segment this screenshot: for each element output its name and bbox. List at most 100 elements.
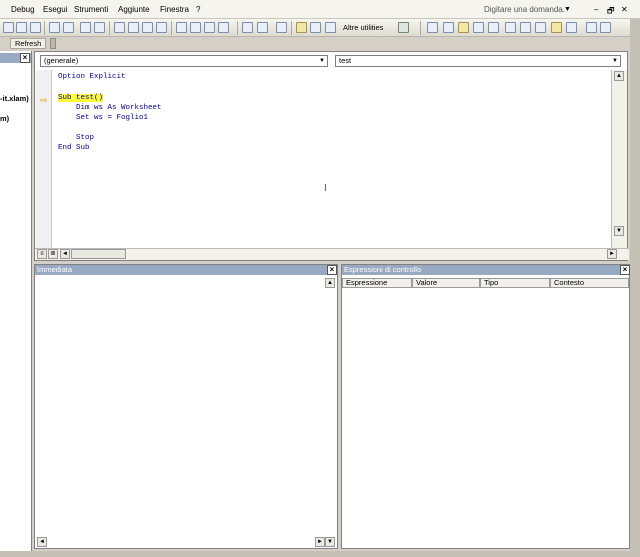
- object-browser-icon[interactable]: [443, 22, 454, 33]
- code-editor[interactable]: ⇨ Option Explicit Sub test() Dim ws As W…: [36, 70, 611, 248]
- settings-icon[interactable]: [566, 22, 577, 33]
- project-explorer: × -it.xlam) m): [0, 51, 32, 551]
- wand-icon[interactable]: [600, 22, 611, 33]
- step-over-icon[interactable]: [257, 22, 268, 33]
- column-header-value[interactable]: Valore: [412, 278, 480, 288]
- scroll-left-icon[interactable]: ◄: [60, 249, 70, 259]
- object-combo-value: (generale): [44, 56, 79, 65]
- watch-icon[interactable]: [325, 22, 336, 33]
- code-horizontal-scrollbar[interactable]: ≡ ≣ ◄ ►: [35, 248, 629, 260]
- center-icon[interactable]: [535, 22, 546, 33]
- window-edge: [630, 19, 640, 557]
- insert-module-icon[interactable]: [3, 22, 14, 33]
- parameter-info-icon[interactable]: [156, 22, 167, 33]
- comment-block-icon[interactable]: [176, 22, 187, 33]
- label-icon[interactable]: [473, 22, 484, 33]
- code-line: Option Explicit: [58, 73, 126, 81]
- clear-icon[interactable]: [310, 22, 321, 33]
- code-line: Set ws = Foglio1: [58, 114, 149, 122]
- immediate-close-button[interactable]: ×: [327, 265, 337, 275]
- scroll-up-icon[interactable]: ▲: [325, 278, 335, 288]
- scroll-right-icon[interactable]: ►: [315, 537, 325, 547]
- close-button[interactable]: ✕: [621, 5, 628, 14]
- execution-arrow-icon: ⇨: [40, 95, 48, 105]
- list-constants-icon[interactable]: [128, 22, 139, 33]
- list-icon[interactable]: [520, 22, 531, 33]
- immediate-window: Immediata × ▲ ◄ ► ▼: [34, 264, 338, 549]
- next-bookmark-icon[interactable]: [218, 22, 229, 33]
- scroll-down-icon[interactable]: ▼: [325, 537, 335, 547]
- code-line: End Sub: [58, 144, 90, 152]
- cut-icon[interactable]: [16, 22, 27, 33]
- replace-icon[interactable]: [63, 22, 74, 33]
- procedure-combo[interactable]: test ▼: [335, 55, 621, 67]
- image-icon[interactable]: [458, 22, 469, 33]
- menu-finestra[interactable]: Finestra: [160, 5, 189, 14]
- menu-esegui[interactable]: Esegui: [43, 5, 67, 14]
- code-window: (generale) ▼ test ▼ ⇨ Option Explicit Su…: [34, 51, 629, 261]
- toolbar-divider: [420, 21, 421, 35]
- scroll-down-icon[interactable]: ▼: [614, 226, 624, 236]
- column-header-expression[interactable]: Espressione: [342, 278, 412, 288]
- refresh-button[interactable]: Refresh: [10, 38, 47, 49]
- scroll-left-icon[interactable]: ◄: [37, 537, 47, 547]
- project-item[interactable]: m): [0, 114, 9, 123]
- toolbar-divider: [237, 21, 238, 35]
- quick-info-icon[interactable]: [142, 22, 153, 33]
- restore-button[interactable]: 🗗: [607, 5, 615, 19]
- find-icon[interactable]: [49, 22, 60, 33]
- procedure-view-icon[interactable]: ≡: [37, 249, 47, 259]
- help-dropdown-icon[interactable]: ▼: [564, 6, 571, 13]
- step-into-icon[interactable]: [242, 22, 253, 33]
- list-properties-icon[interactable]: [114, 22, 125, 33]
- full-module-view-icon[interactable]: ≣: [48, 249, 58, 259]
- immediate-input[interactable]: [35, 275, 337, 535]
- project-item[interactable]: -it.xlam): [0, 94, 29, 103]
- outdent-icon[interactable]: [94, 22, 105, 33]
- font-icon[interactable]: [488, 22, 499, 33]
- menu-bar: Debug Esegui Strumenti Aggiunte Finestra…: [0, 0, 640, 19]
- pencil-icon[interactable]: [296, 22, 307, 33]
- column-header-type[interactable]: Tipo: [480, 278, 550, 288]
- toolbar-divider: [291, 21, 292, 35]
- hand-icon[interactable]: [551, 22, 562, 33]
- addin-toolbar: Refresh: [0, 37, 640, 51]
- status-edge: [0, 551, 640, 557]
- project-close-button[interactable]: ×: [20, 53, 30, 63]
- standard-toolbar: Altre utilities: [0, 19, 640, 37]
- column-header-context[interactable]: Contesto: [550, 278, 629, 288]
- indent-icon[interactable]: [80, 22, 91, 33]
- immediate-title: Immediata: [37, 265, 73, 274]
- text-cursor-icon: I: [324, 183, 327, 194]
- scroll-right-icon[interactable]: ►: [607, 249, 617, 259]
- chevron-down-icon[interactable]: ▼: [611, 57, 619, 65]
- copy-icon[interactable]: [30, 22, 41, 33]
- minimize-button[interactable]: –: [594, 5, 598, 14]
- toggle-breakpoint-icon[interactable]: [276, 22, 287, 33]
- align-icon[interactable]: [505, 22, 516, 33]
- code-vertical-scrollbar[interactable]: ▲ ▼: [611, 70, 627, 248]
- toolbar-divider: [109, 21, 110, 35]
- scroll-thumb[interactable]: [71, 249, 126, 259]
- scroll-up-icon[interactable]: ▲: [614, 71, 624, 81]
- tools-icon[interactable]: [398, 22, 409, 33]
- uncomment-block-icon[interactable]: [190, 22, 201, 33]
- menu-aggiunte[interactable]: Aggiunte: [118, 5, 150, 14]
- menu-help[interactable]: ?: [196, 5, 200, 14]
- watch-list[interactable]: [342, 289, 629, 548]
- chevron-down-icon[interactable]: ▼: [318, 57, 326, 65]
- menu-debug[interactable]: Debug: [11, 5, 35, 14]
- form-icon[interactable]: [427, 22, 438, 33]
- menu-strumenti[interactable]: Strumenti: [74, 5, 108, 14]
- watch-window: Espressioni di controllo × Espressione V…: [341, 264, 630, 549]
- toggle-bookmark-icon[interactable]: [204, 22, 215, 33]
- watch-title: Espressioni di controllo: [344, 265, 422, 274]
- altre-utilities-menu[interactable]: Altre utilities: [343, 23, 383, 32]
- run-icon[interactable]: [586, 22, 597, 33]
- code-line-current: Sub test(): [58, 94, 104, 102]
- object-combo[interactable]: (generale) ▼: [40, 55, 328, 67]
- toolbar-grip[interactable]: [50, 38, 56, 49]
- help-search-input[interactable]: Digitare una domanda.: [484, 5, 565, 14]
- code-line: Stop: [58, 134, 95, 142]
- watch-close-button[interactable]: ×: [620, 265, 630, 275]
